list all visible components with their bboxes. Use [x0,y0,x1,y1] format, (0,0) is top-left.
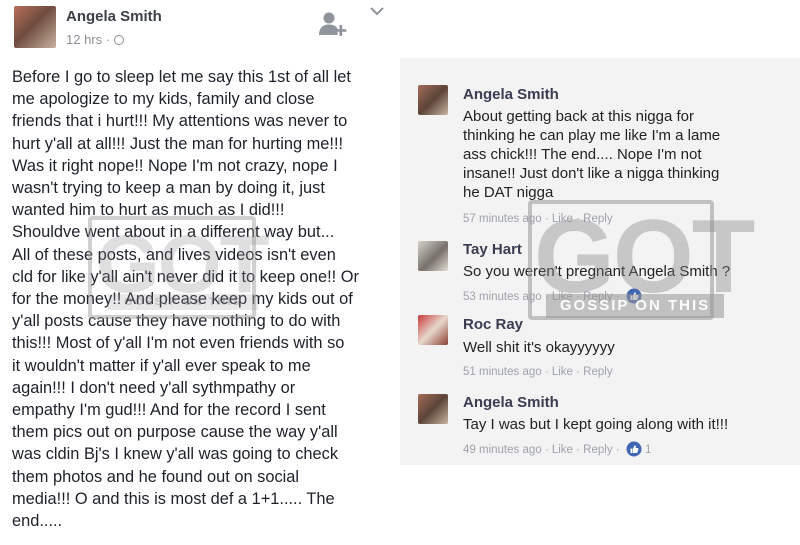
comment-meta[interactable]: 51 minutes ago · Like · Reply [463,366,613,378]
comment-author[interactable]: Angela Smith [463,86,559,103]
comment-avatar[interactable] [418,241,448,271]
comment-author[interactable]: Roc Ray [463,316,523,333]
comment-avatar[interactable] [418,394,448,424]
post-meta: 12 hrs · [66,32,124,47]
status-post: Angela Smith 12 hrs · Before I go to sle… [0,0,398,545]
comment-meta[interactable]: 57 minutes ago · Like · Reply [463,213,613,225]
comment-meta: 49 minutes ago · Like · Reply · 1 [463,441,651,457]
add-friend-icon[interactable] [316,8,348,40]
like-icon [626,441,642,457]
comment-avatar[interactable] [418,315,448,345]
comment-text: About getting back at this nigga for thi… [463,108,721,201]
author-avatar[interactable] [14,6,56,48]
comment-meta: 53 minutes ago · Like · Reply · [463,288,642,304]
like-count: 1 [645,444,652,456]
post-author-name[interactable]: Angela Smith [66,8,162,25]
comment-text: Well shit it's okayyyyyy [463,339,615,356]
globe-icon [113,35,124,45]
post-timestamp[interactable]: 12 hrs · [66,32,114,47]
comment-author[interactable]: Angela Smith [463,394,559,411]
comment-actions[interactable]: 49 minutes ago · Like · Reply · [463,444,620,456]
comment-text: So you weren't pregnant Angela Smith ? [463,263,731,280]
comment-actions[interactable]: 53 minutes ago · Like · Reply · [463,291,620,303]
chevron-down-icon[interactable] [368,4,386,18]
comment-author[interactable]: Tay Hart [463,241,522,258]
comment-thread: Angela Smith About getting back at this … [400,58,800,465]
post-body: Before I go to sleep let me say this 1st… [12,68,359,531]
comment-text: Tay I was but I kept going along with it… [463,416,729,433]
comment-avatar[interactable] [418,85,448,115]
like-icon [626,288,642,304]
